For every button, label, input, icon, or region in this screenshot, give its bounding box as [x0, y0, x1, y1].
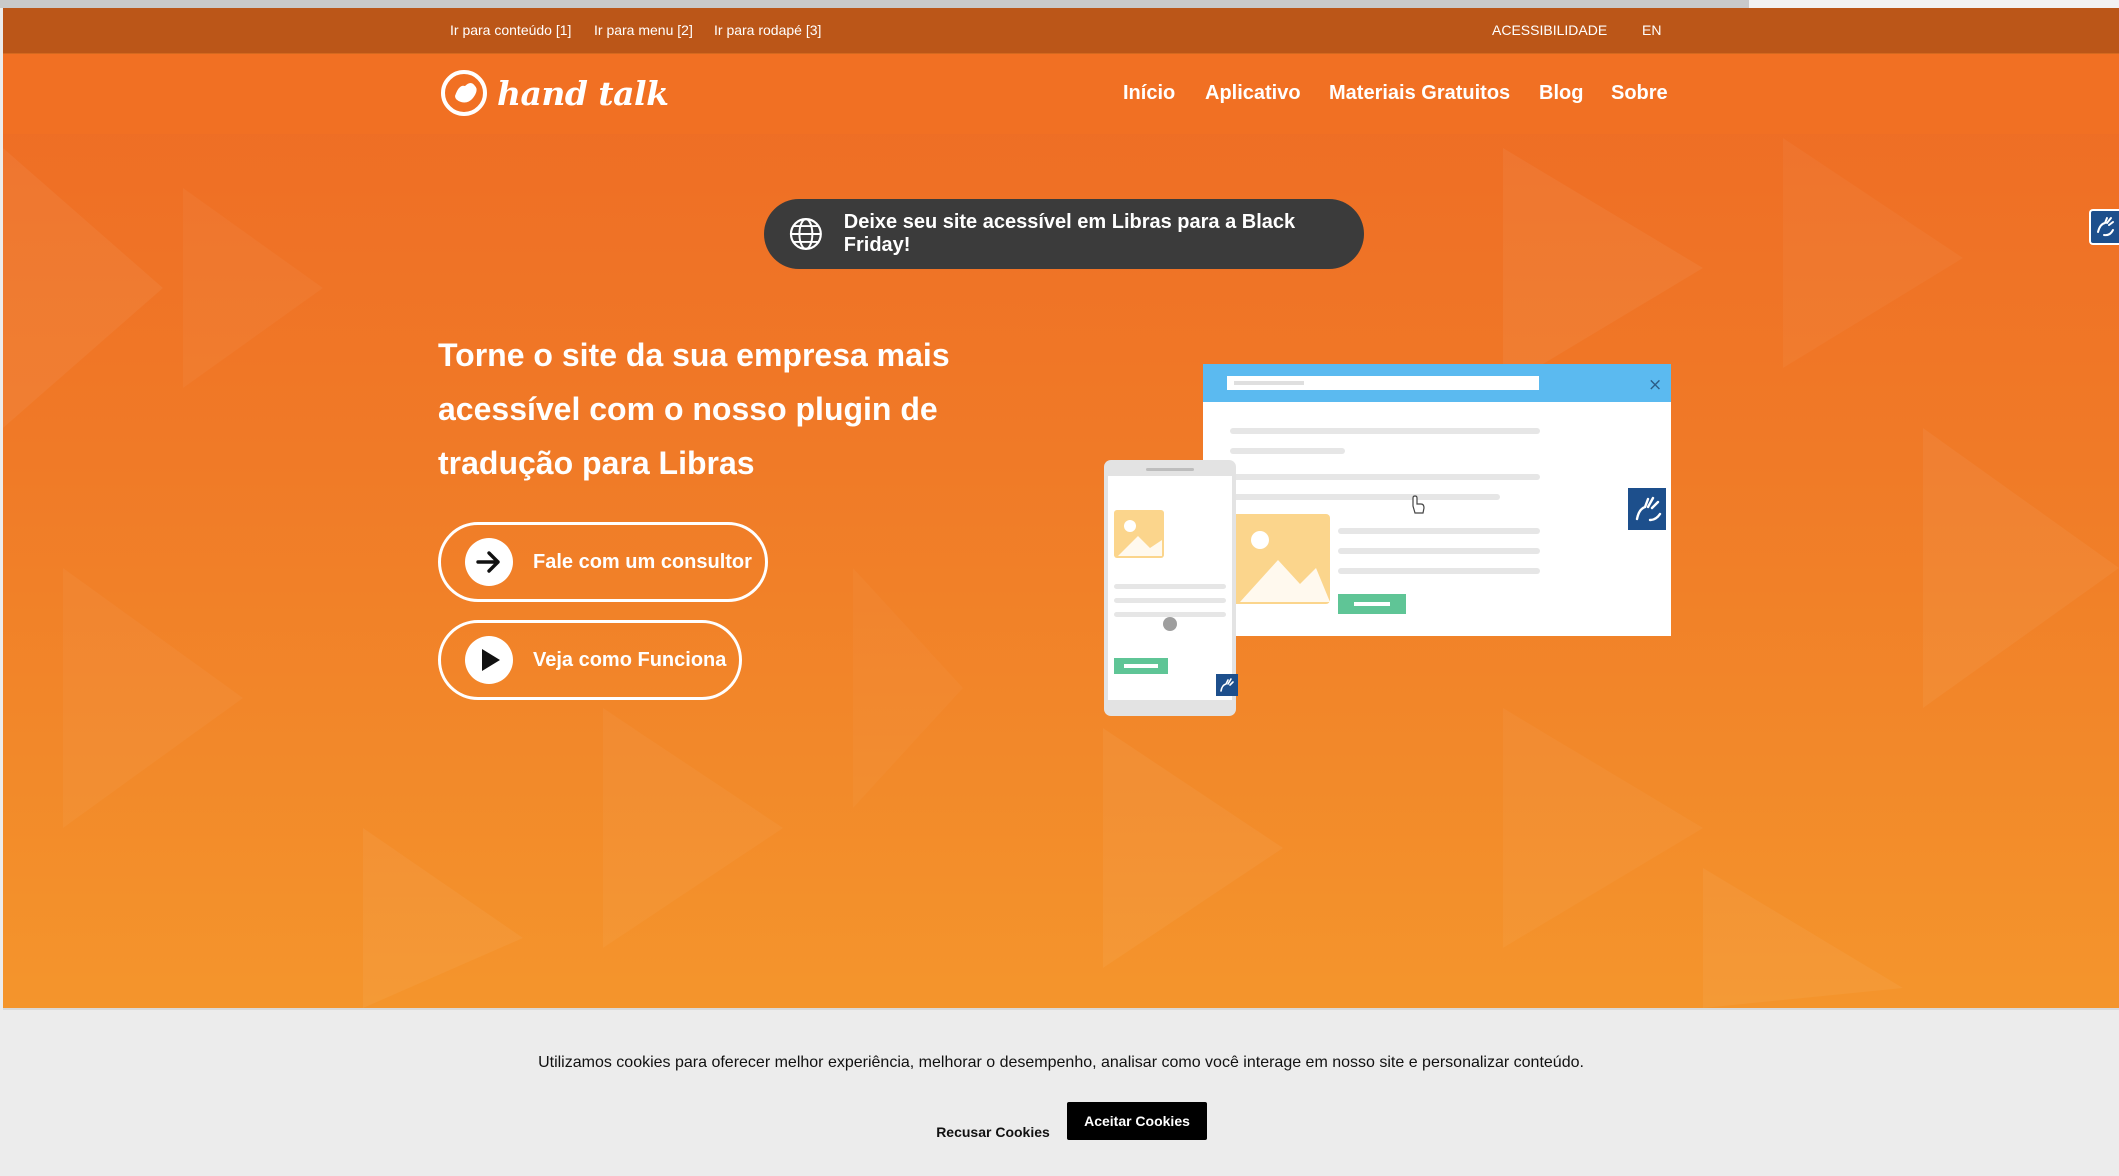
skip-to-content-link[interactable]: Ir para conteúdo [1] — [450, 22, 571, 38]
arrow-right-icon — [465, 538, 513, 586]
promo-text: Deixe seu site acessível em Libras para … — [843, 211, 1296, 256]
browser-chrome-strip-light — [1749, 0, 2119, 8]
illustration-widget-small — [1216, 674, 1238, 696]
talk-to-consultant-button[interactable]: Fale com um consultor — [438, 522, 768, 602]
utility-bar: Ir para conteúdo [1] Ir para menu [2] Ir… — [3, 8, 2119, 54]
nav-link-aplicativo[interactable]: Aplicativo — [1205, 82, 1301, 105]
accessibility-link[interactable]: ACESSIBILIDADE — [1492, 22, 1607, 38]
hero-title-line-3: tradução para Libras — [438, 445, 755, 481]
accessibility-side-widget[interactable] — [2089, 209, 2119, 245]
skip-to-menu-link[interactable]: Ir para menu [2] — [594, 22, 693, 38]
hand-talk-logo-icon — [441, 70, 487, 116]
see-how-it-works-label: Veja como Funciona — [533, 648, 727, 671]
sign-language-hands-icon — [2097, 217, 2114, 237]
nav-link-sobre[interactable]: Sobre — [1611, 82, 1668, 105]
plugin-illustration: × — [1104, 364, 1671, 716]
cookie-consent-bar: Utilizamos cookies para oferecer melhor … — [3, 1008, 2119, 1176]
logo[interactable]: hand talk — [441, 70, 669, 116]
accept-cookies-button[interactable]: Aceitar Cookies — [1067, 1102, 1207, 1140]
hero-title-line-1: Torne o site da sua empresa mais — [438, 337, 950, 373]
play-icon — [465, 636, 513, 684]
main-nav: hand talk Início Aplicativo Materiais Gr… — [3, 54, 2119, 134]
hero-title-line-2: acessível com o nosso plugin de — [438, 391, 938, 427]
globe-icon — [789, 218, 822, 250]
browser-chrome-strip — [0, 0, 2119, 8]
black-friday-promo-button[interactable]: Deixe seu site acessível em Libras para … — [764, 199, 1364, 269]
refuse-cookies-button[interactable]: Recusar Cookies — [928, 1114, 1058, 1150]
hand-talk-page: Ir para conteúdo [1] Ir para menu [2] Ir… — [3, 8, 2119, 1008]
nav-link-inicio[interactable]: Início — [1123, 82, 1175, 105]
logo-wordmark: hand talk — [497, 73, 669, 113]
language-switch-link[interactable]: EN — [1642, 22, 1661, 38]
talk-to-consultant-label: Fale com um consultor — [533, 550, 752, 573]
hero-title: Torne o site da sua empresa mais acessív… — [438, 328, 998, 490]
illustration-close-glyph: × — [1648, 375, 1662, 395]
nav-link-blog[interactable]: Blog — [1539, 82, 1583, 105]
cookie-consent-text: Utilizamos cookies para oferecer melhor … — [538, 1054, 1584, 1071]
skip-to-footer-link[interactable]: Ir para rodapé [3] — [714, 22, 821, 38]
illustration-widget-large — [1628, 488, 1666, 530]
nav-link-materiais-gratuitos[interactable]: Materiais Gratuitos — [1329, 82, 1510, 105]
see-how-it-works-button[interactable]: Veja como Funciona — [438, 620, 742, 700]
hero-triangle-texture — [3, 138, 2119, 1008]
